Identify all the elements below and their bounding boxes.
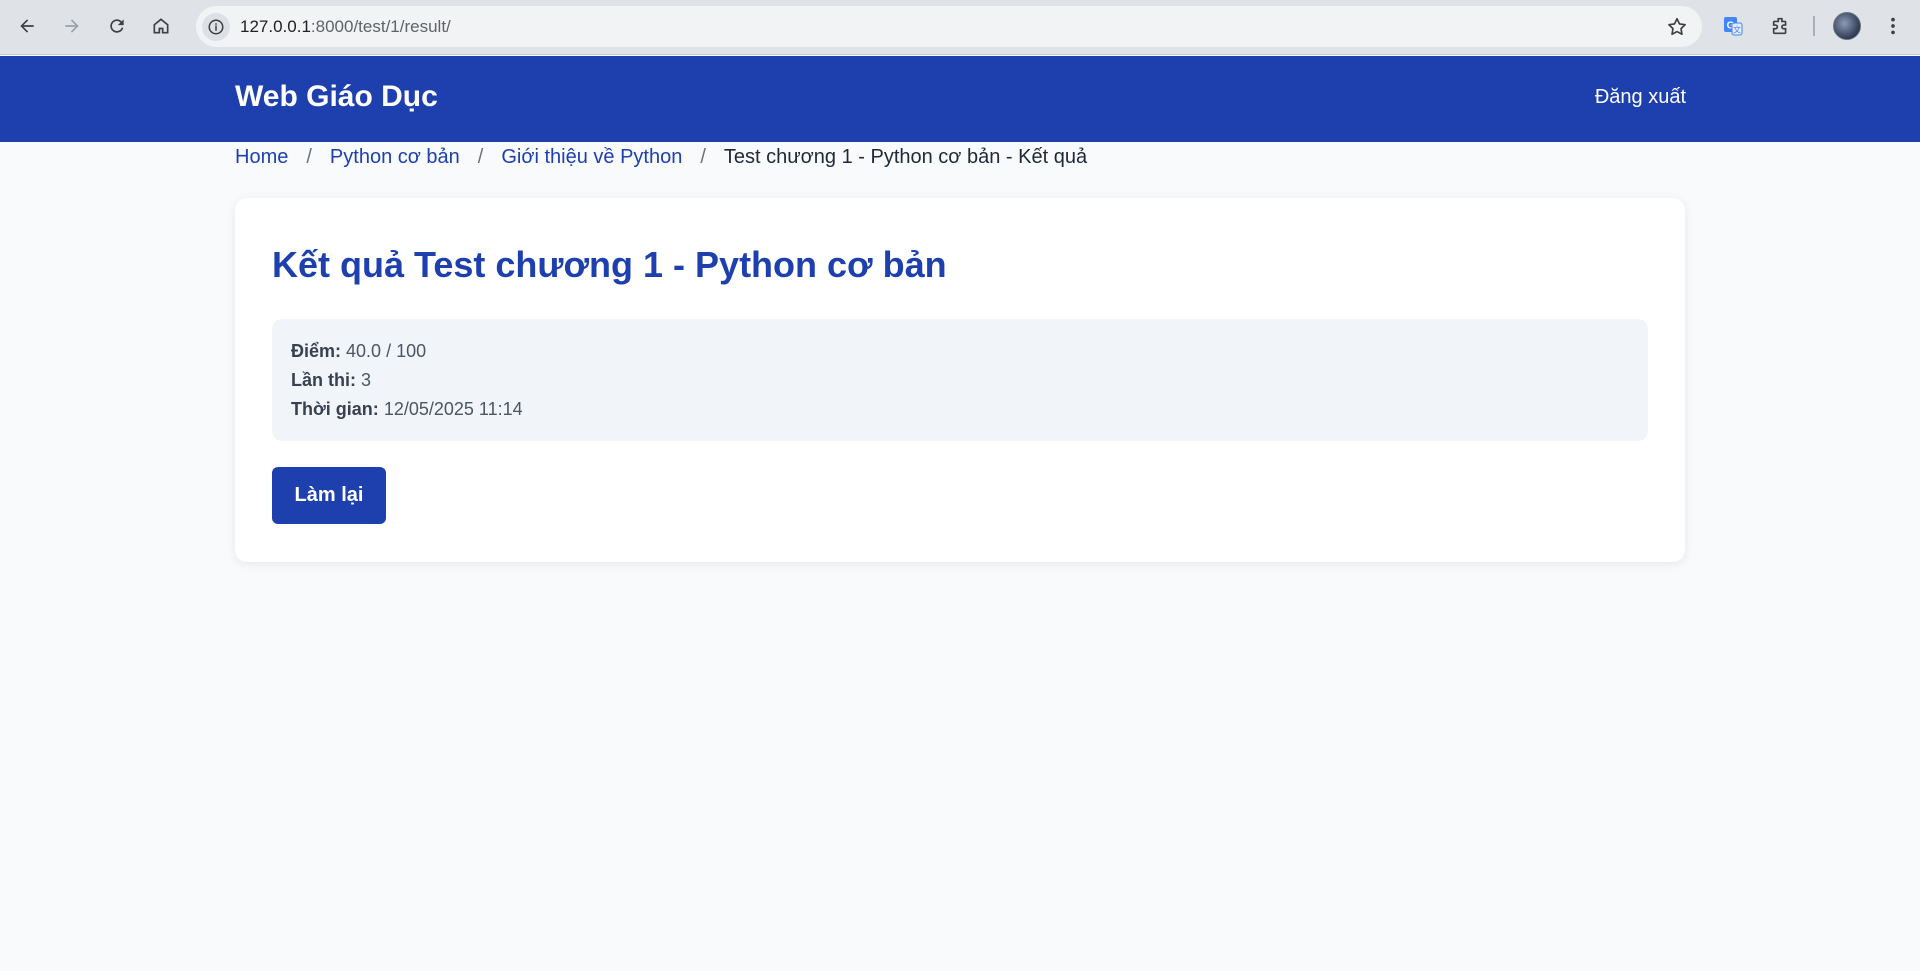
time-row: Thời gian: 12/05/2025 11:14 — [291, 395, 1629, 424]
result-card: Kết quả Test chương 1 - Python cơ bản Đi… — [235, 198, 1685, 562]
result-summary: Điểm: 40.0 / 100 Lần thi: 3 Thời gian: 1… — [272, 319, 1648, 441]
bookmark-star-icon[interactable] — [1666, 16, 1688, 38]
retry-button[interactable]: Làm lại — [272, 467, 386, 524]
time-value: 12/05/2025 11:14 — [383, 399, 523, 419]
attempt-value: 3 — [361, 370, 372, 390]
breadcrumb: Home / Python cơ bản / Giới thiệu về Pyt… — [235, 146, 1087, 169]
breadcrumb-course[interactable]: Python cơ bản — [330, 146, 460, 169]
breadcrumb-separator: / — [306, 146, 312, 168]
attempt-label: Lần thi: — [291, 370, 356, 390]
score-label: Điểm: — [291, 341, 342, 361]
breadcrumb-separator: / — [477, 146, 484, 168]
site-brand[interactable]: Web Giáo Dục — [235, 80, 438, 114]
url-text[interactable]: 127.0.0.1:8000/test/1/result/ — [240, 17, 451, 37]
forward-icon[interactable] — [54, 8, 90, 44]
time-label: Thời gian: — [291, 399, 379, 419]
breadcrumb-lesson[interactable]: Giới thiệu về Python — [501, 146, 682, 169]
reload-icon[interactable] — [99, 8, 135, 44]
home-icon[interactable] — [143, 8, 179, 44]
translate-icon[interactable]: G文 — [1716, 9, 1750, 43]
address-bar[interactable]: 127.0.0.1:8000/test/1/result/ — [196, 6, 1702, 47]
score-row: Điểm: 40.0 / 100 — [291, 337, 1629, 366]
url-path: :8000/test/1/result/ — [310, 16, 451, 36]
page-title: Kết quả Test chương 1 - Python cơ bản — [272, 244, 947, 285]
back-icon[interactable] — [9, 8, 45, 44]
score-value: 40.0 / 100 — [346, 341, 427, 361]
logout-link[interactable]: Đăng xuất — [1595, 86, 1686, 109]
site-info-icon[interactable] — [202, 12, 230, 41]
toolbar-divider — [1813, 16, 1815, 36]
breadcrumb-home[interactable]: Home — [235, 146, 288, 169]
breadcrumb-current: Test chương 1 - Python cơ bản - Kết quả — [723, 146, 1088, 168]
url-host: 127.0.0.1 — [240, 16, 311, 36]
svg-text:文: 文 — [1733, 25, 1741, 35]
extensions-icon[interactable] — [1764, 9, 1798, 43]
browser-toolbar: 127.0.0.1:8000/test/1/result/ G文 — [0, 0, 1920, 55]
menu-icon[interactable] — [1876, 9, 1910, 43]
breadcrumb-separator: / — [700, 146, 706, 168]
profile-avatar[interactable] — [1833, 12, 1861, 40]
attempt-row: Lần thi: 3 — [291, 366, 1629, 395]
